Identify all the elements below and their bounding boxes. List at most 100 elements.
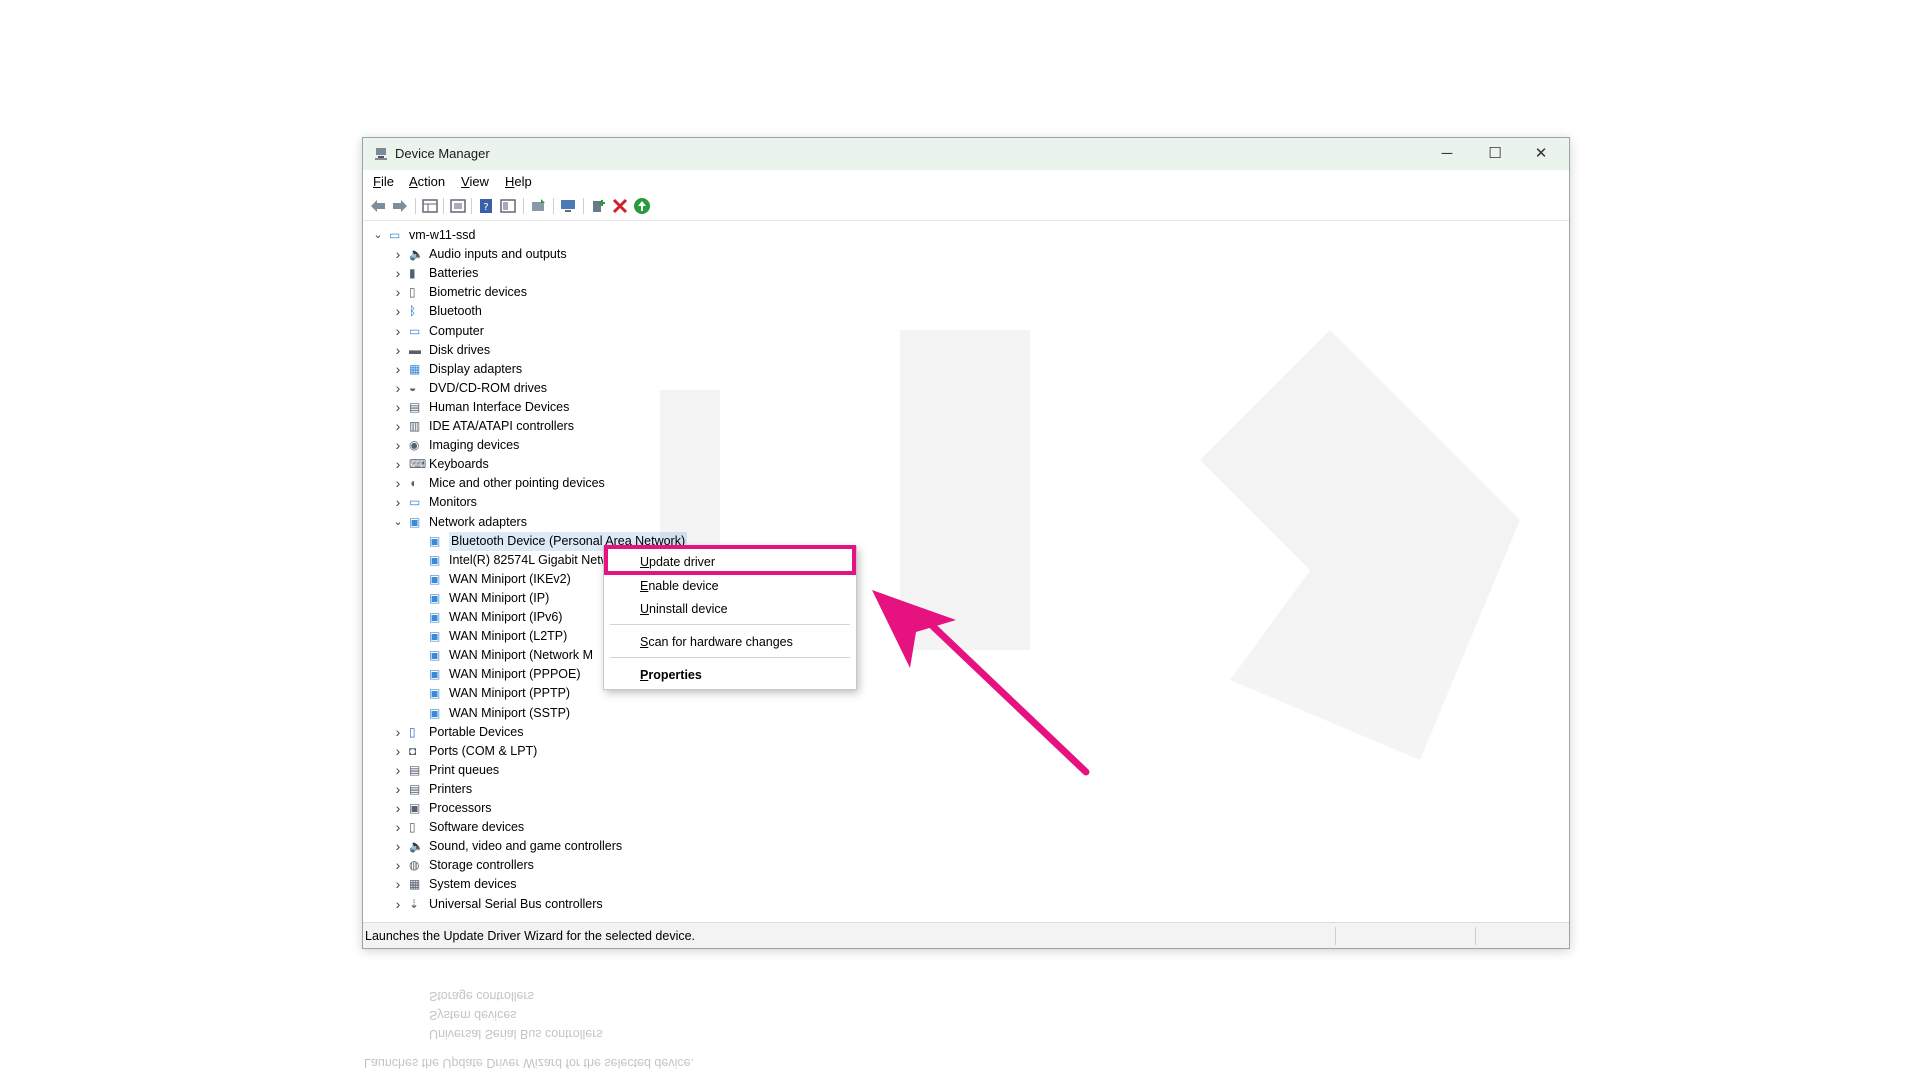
tree-row[interactable]: › ▤ Human Interface Devices bbox=[363, 398, 1563, 417]
chevron-right-icon[interactable]: › bbox=[393, 723, 403, 742]
chevron-down-icon[interactable]: ⌄ bbox=[393, 513, 403, 532]
tree-row[interactable]: ▣ WAN Miniport (Network M bbox=[363, 646, 1563, 665]
tree-row[interactable]: › ▭ Monitors bbox=[363, 493, 1563, 512]
tree-row[interactable]: ▣ WAN Miniport (IP) bbox=[363, 589, 1563, 608]
chevron-right-icon[interactable]: › bbox=[393, 283, 403, 302]
chevron-right-icon[interactable]: › bbox=[393, 742, 403, 761]
chevron-right-icon[interactable]: › bbox=[393, 322, 403, 341]
network-adapter-icon: ▣ bbox=[429, 686, 441, 701]
tree-row[interactable]: › ⌨ Keyboards bbox=[363, 455, 1563, 474]
chevron-right-icon[interactable]: › bbox=[393, 302, 403, 321]
tree-row[interactable]: ▣ Bluetooth Device (Personal Area Network… bbox=[363, 531, 1563, 551]
tree-row[interactable]: ▣ WAN Miniport (SSTP) bbox=[363, 704, 1563, 723]
tree-row[interactable]: ▣ WAN Miniport (L2TP) bbox=[363, 627, 1563, 646]
chevron-right-icon[interactable]: › bbox=[393, 493, 403, 512]
chevron-right-icon[interactable]: › bbox=[393, 360, 403, 379]
tree-row[interactable]: › ◖ Mice and other pointing devices bbox=[363, 474, 1563, 493]
menu-view[interactable]: View bbox=[461, 174, 489, 189]
menu-scan-hardware[interactable]: Scan for hardware changes bbox=[640, 632, 793, 652]
chevron-right-icon[interactable]: › bbox=[393, 417, 403, 436]
chevron-right-icon[interactable]: › bbox=[393, 895, 403, 914]
chevron-right-icon[interactable]: › bbox=[393, 455, 403, 474]
tree-row[interactable]: ▣ WAN Miniport (IPv6) bbox=[363, 608, 1563, 627]
properties-grid-icon[interactable] bbox=[421, 197, 439, 215]
tree-row[interactable]: › ◉ Imaging devices bbox=[363, 436, 1563, 455]
tree-item-label: WAN Miniport (IP) bbox=[449, 590, 550, 605]
tree-row[interactable]: ▣ WAN Miniport (PPPOE) bbox=[363, 665, 1563, 684]
tree-row[interactable]: › ◍ Storage controllers bbox=[363, 856, 1563, 875]
chevron-right-icon[interactable]: › bbox=[393, 761, 403, 780]
tree-row[interactable]: ⌄ ▭ vm-w11-ssd bbox=[363, 226, 1563, 245]
tree-item-label: WAN Miniport (Network M bbox=[449, 648, 593, 663]
computer-icon: ▭ bbox=[409, 323, 421, 338]
tree-row[interactable]: › ▯ Biometric devices bbox=[363, 283, 1563, 302]
tree-row[interactable]: ▣ WAN Miniport (IKEv2) bbox=[363, 570, 1563, 589]
tree-row[interactable]: ⌄ ▣ Network adapters bbox=[363, 513, 1563, 532]
tree-row[interactable]: › ᛒ Bluetooth bbox=[363, 302, 1563, 321]
tree-row[interactable]: › ▤ Print queues bbox=[363, 761, 1563, 780]
status-divider bbox=[1335, 927, 1336, 945]
chevron-right-icon[interactable]: › bbox=[393, 474, 403, 493]
tree-row[interactable]: › ▦ System devices bbox=[363, 875, 1563, 894]
enable-device-icon[interactable] bbox=[633, 197, 651, 215]
help-icon[interactable]: ? bbox=[477, 197, 495, 215]
tree-row[interactable]: › ◘ Ports (COM & LPT) bbox=[363, 742, 1563, 761]
menu-action[interactable]: Action bbox=[409, 174, 445, 189]
network-adapter-icon: ▣ bbox=[429, 571, 441, 586]
update-driver-icon[interactable] bbox=[529, 197, 547, 215]
view-panel-icon[interactable] bbox=[499, 197, 517, 215]
tree-row[interactable]: › ▦ Display adapters bbox=[363, 360, 1563, 379]
add-driver-icon[interactable] bbox=[589, 197, 607, 215]
chevron-right-icon[interactable]: › bbox=[393, 780, 403, 799]
back-arrow-icon[interactable] bbox=[369, 197, 387, 215]
scan-hardware-icon[interactable] bbox=[559, 197, 577, 215]
forward-arrow-icon[interactable] bbox=[391, 197, 409, 215]
tree-row[interactable]: › ▤ Printers bbox=[363, 780, 1563, 799]
tree-row[interactable]: › ▬ Disk drives bbox=[363, 341, 1563, 360]
chevron-right-icon[interactable]: › bbox=[393, 856, 403, 875]
window-title: Device Manager bbox=[395, 146, 490, 161]
system-device-icon: ▦ bbox=[409, 877, 421, 892]
tree-row[interactable]: › ▥ IDE ATA/ATAPI controllers bbox=[363, 417, 1563, 436]
chevron-right-icon[interactable]: › bbox=[393, 398, 403, 417]
tree-row[interactable]: › ▯ Software devices bbox=[363, 818, 1563, 837]
tree-item-label: System devices bbox=[429, 877, 517, 892]
device-manager-icon bbox=[375, 148, 387, 160]
tree-item-label: Ports (COM & LPT) bbox=[429, 743, 538, 758]
tree-row[interactable]: › 🔈 Audio inputs and outputs bbox=[363, 245, 1563, 264]
menu-enable-device[interactable]: Enable device bbox=[640, 576, 719, 596]
chevron-right-icon[interactable]: › bbox=[393, 341, 403, 360]
close-button[interactable]: ✕ bbox=[1517, 138, 1565, 170]
tree-row[interactable]: › 🔈 Sound, video and game controllers bbox=[363, 837, 1563, 856]
tree-item-label: Network adapters bbox=[429, 514, 527, 529]
chevron-right-icon[interactable]: › bbox=[393, 875, 403, 894]
chevron-right-icon[interactable]: › bbox=[393, 264, 403, 283]
tree-row[interactable]: › ▯ Portable Devices bbox=[363, 723, 1563, 742]
menu-help[interactable]: Help bbox=[505, 174, 532, 189]
chevron-right-icon[interactable]: › bbox=[393, 379, 403, 398]
chevron-right-icon[interactable]: › bbox=[393, 245, 403, 264]
chevron-right-icon[interactable]: › bbox=[393, 818, 403, 837]
title-bar[interactable]: Device Manager ─ ☐ ✕ bbox=[363, 138, 1569, 170]
tree-row[interactable]: › ◒ DVD/CD-ROM drives bbox=[363, 379, 1563, 398]
tree-item-label: IDE ATA/ATAPI controllers bbox=[429, 419, 574, 433]
minimize-button[interactable]: ─ bbox=[1423, 138, 1471, 170]
menu-uninstall-device[interactable]: Uninstall device bbox=[640, 599, 728, 619]
chevron-right-icon[interactable]: › bbox=[393, 799, 403, 818]
tree-row[interactable]: › ▭ Computer bbox=[363, 322, 1563, 341]
tree-row[interactable]: ▣ WAN Miniport (PPTP) bbox=[363, 684, 1563, 703]
remove-device-icon[interactable] bbox=[611, 197, 629, 215]
show-hide-tree-icon[interactable] bbox=[449, 197, 467, 215]
tree-row[interactable]: › ⇣ Universal Serial Bus controllers bbox=[363, 895, 1563, 914]
toolbar: ? bbox=[363, 192, 1569, 221]
tree-row[interactable]: › ▣ Processors bbox=[363, 799, 1563, 818]
tree-row[interactable]: ▣ Intel(R) 82574L Gigabit Netw bbox=[363, 551, 1563, 570]
menu-file[interactable]: File bbox=[373, 174, 394, 189]
chevron-right-icon[interactable]: › bbox=[393, 837, 403, 856]
menu-properties[interactable]: Properties bbox=[640, 665, 702, 685]
tree-row[interactable]: › ▮ Batteries bbox=[363, 264, 1563, 283]
chevron-down-icon[interactable]: ⌄ bbox=[373, 226, 383, 245]
chevron-right-icon[interactable]: › bbox=[393, 436, 403, 455]
maximize-button[interactable]: ☐ bbox=[1471, 138, 1519, 170]
reflection-row: System devices bbox=[429, 1008, 517, 1022]
